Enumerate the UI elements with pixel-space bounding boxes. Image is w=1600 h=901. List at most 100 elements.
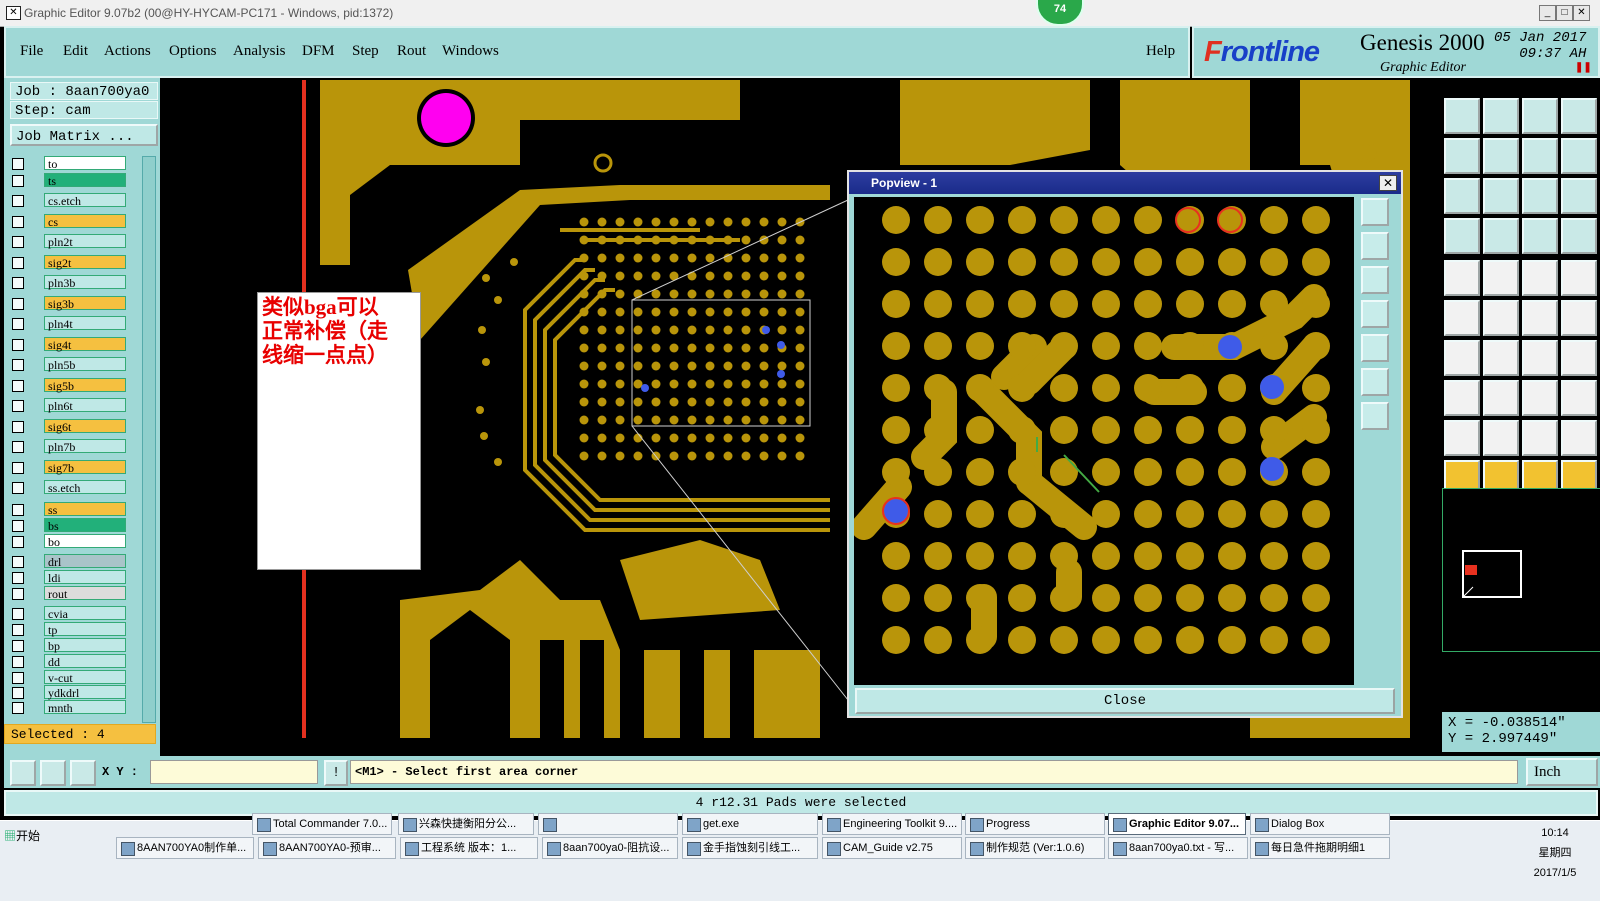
popview-close-x-button[interactable]: ✕ bbox=[1379, 175, 1397, 191]
help-icon[interactable] bbox=[1561, 178, 1597, 214]
layer-row[interactable]: pln6t bbox=[8, 398, 136, 414]
taskbar-button[interactable]: 兴森快捷衡阳分公... bbox=[398, 813, 534, 835]
layer-checkbox[interactable] bbox=[12, 482, 24, 494]
menu-help[interactable]: Help bbox=[1146, 43, 1175, 60]
layer-name-ts[interactable]: ts bbox=[44, 173, 126, 188]
layer-checkbox[interactable] bbox=[12, 556, 24, 568]
menu-step[interactable]: Step bbox=[352, 43, 379, 60]
layer-checkbox[interactable] bbox=[12, 608, 24, 620]
layer-checkbox[interactable] bbox=[12, 640, 24, 652]
layer-row[interactable]: sig7b bbox=[8, 460, 136, 476]
select-feature-icon[interactable] bbox=[1444, 260, 1480, 296]
layer-checkbox[interactable] bbox=[12, 672, 24, 684]
menu-actions[interactable]: Actions bbox=[104, 43, 151, 60]
menu-options[interactable]: Options bbox=[169, 43, 217, 60]
layer-name-drl[interactable]: drl bbox=[44, 554, 126, 569]
taskbar-button[interactable]: 8aan700ya0.txt - 写... bbox=[1108, 837, 1248, 859]
taskbar-button[interactable]: 每日急件拖期明细1 bbox=[1250, 837, 1390, 859]
mirror-icon[interactable] bbox=[1561, 340, 1597, 376]
layer-row[interactable]: sig2t bbox=[8, 255, 136, 271]
layer-checkbox[interactable] bbox=[12, 195, 24, 207]
save-icon[interactable] bbox=[1483, 98, 1519, 134]
popview-zoom-in-icon[interactable] bbox=[1361, 232, 1389, 260]
layer-row[interactable]: bo bbox=[8, 534, 136, 550]
layer-checkbox[interactable] bbox=[12, 656, 24, 668]
redo-icon[interactable] bbox=[1483, 138, 1519, 174]
layer-checkbox[interactable] bbox=[12, 175, 24, 187]
taskbar-button[interactable]: 8AAN700YA0-预审... bbox=[258, 837, 396, 859]
arc-icon[interactable] bbox=[1561, 300, 1597, 336]
window-title-bar[interactable]: ✕ Graphic Editor 9.07b2 (00@HY-HYCAM-PC1… bbox=[0, 0, 1600, 27]
taskbar-button[interactable]: Graphic Editor 9.07... bbox=[1108, 813, 1246, 835]
layer-name-ss.etch[interactable]: ss.etch bbox=[44, 480, 126, 495]
system-clock[interactable]: 10:14 星期四 2017/1/5 bbox=[1520, 823, 1590, 883]
layer-checkbox[interactable] bbox=[12, 298, 24, 310]
layer-name-pln6t[interactable]: pln6t bbox=[44, 398, 126, 413]
layer-row[interactable]: cs.etch bbox=[8, 193, 136, 209]
popview-pan-right-icon[interactable] bbox=[1361, 334, 1389, 362]
layer-checkbox[interactable] bbox=[12, 277, 24, 289]
menu-analysis[interactable]: Analysis bbox=[233, 43, 286, 60]
layer-checkbox[interactable] bbox=[12, 400, 24, 412]
layer-checkbox[interactable] bbox=[12, 236, 24, 248]
connect-icon[interactable] bbox=[1444, 300, 1480, 336]
unit-selector[interactable]: Inch bbox=[1526, 758, 1598, 786]
grid-icon[interactable] bbox=[70, 760, 96, 786]
menu-file[interactable]: File bbox=[20, 43, 43, 60]
layer-name-ss[interactable]: ss bbox=[44, 502, 126, 517]
layer-row[interactable]: pln4t bbox=[8, 316, 136, 332]
pad-icon[interactable] bbox=[1444, 380, 1480, 416]
text-b-icon[interactable] bbox=[1561, 420, 1597, 456]
layer-checkbox[interactable] bbox=[12, 339, 24, 351]
layer-name-sig3b[interactable]: sig3b bbox=[44, 296, 126, 311]
layer-row[interactable]: rout bbox=[8, 586, 136, 602]
layer-name-pln4t[interactable]: pln4t bbox=[44, 316, 126, 331]
layer-checkbox[interactable] bbox=[12, 380, 24, 392]
close-window-button[interactable]: ✕ bbox=[1573, 5, 1590, 21]
layer-checkbox[interactable] bbox=[12, 462, 24, 474]
layer-name-pln3b[interactable]: pln3b bbox=[44, 275, 126, 290]
maximize-button[interactable]: □ bbox=[1556, 5, 1573, 21]
layer-row[interactable]: ts bbox=[8, 173, 136, 189]
resize-icon[interactable] bbox=[1522, 380, 1558, 416]
xy-input[interactable] bbox=[150, 760, 318, 784]
layer-name-rout[interactable]: rout bbox=[44, 586, 126, 601]
trace-icon[interactable] bbox=[1483, 380, 1519, 416]
layer-name-ydkdrl[interactable]: ydkdrl bbox=[44, 685, 126, 700]
line-icon[interactable] bbox=[1522, 300, 1558, 336]
menu-dfm[interactable]: DFM bbox=[302, 43, 335, 60]
layer-name-sig6t[interactable]: sig6t bbox=[44, 419, 126, 434]
slash-icon[interactable] bbox=[1444, 340, 1480, 376]
layer-checkbox[interactable] bbox=[12, 441, 24, 453]
taskbar-button[interactable] bbox=[538, 813, 678, 835]
measure-icon[interactable] bbox=[40, 760, 66, 786]
layer-checkbox[interactable] bbox=[12, 421, 24, 433]
layer-name-to[interactable]: to bbox=[44, 156, 126, 171]
fit-icon[interactable] bbox=[1444, 178, 1480, 214]
layer-row[interactable]: ydkdrl bbox=[8, 685, 136, 701]
draw-mode-icon[interactable] bbox=[1444, 218, 1480, 254]
window-icon[interactable] bbox=[1561, 98, 1597, 134]
popview-zoom-out-icon[interactable] bbox=[1361, 266, 1389, 294]
taskbar-button[interactable]: Dialog Box bbox=[1250, 813, 1390, 835]
grid-toggle-icon[interactable] bbox=[1483, 218, 1519, 254]
layer-row[interactable]: mnth bbox=[8, 700, 136, 716]
cut-icon[interactable] bbox=[1483, 340, 1519, 376]
popview-close-button[interactable]: Close bbox=[855, 688, 1395, 714]
layer-row[interactable]: pln2t bbox=[8, 234, 136, 250]
layer-checkbox[interactable] bbox=[12, 536, 24, 548]
layer-row[interactable]: sig5b bbox=[8, 378, 136, 394]
layer-checkbox[interactable] bbox=[12, 504, 24, 516]
menu-rout[interactable]: Rout bbox=[397, 43, 426, 60]
swap-icon[interactable] bbox=[1522, 138, 1558, 174]
layer-name-bp[interactable]: bp bbox=[44, 638, 126, 653]
ruler-icon[interactable] bbox=[1522, 260, 1558, 296]
taskbar-button[interactable]: 工程系统 版本：1... bbox=[400, 837, 538, 859]
taskbar-button[interactable]: 制作规范 (Ver:1.0.6) bbox=[965, 837, 1105, 859]
fill-icon[interactable] bbox=[1561, 260, 1597, 296]
pause-icon[interactable]: ❚❚ bbox=[1575, 62, 1592, 73]
layer-name-cvia[interactable]: cvia bbox=[44, 606, 126, 621]
layer-row[interactable]: to bbox=[8, 156, 136, 172]
layer-checkbox[interactable] bbox=[12, 702, 24, 714]
layer-checkbox[interactable] bbox=[12, 359, 24, 371]
